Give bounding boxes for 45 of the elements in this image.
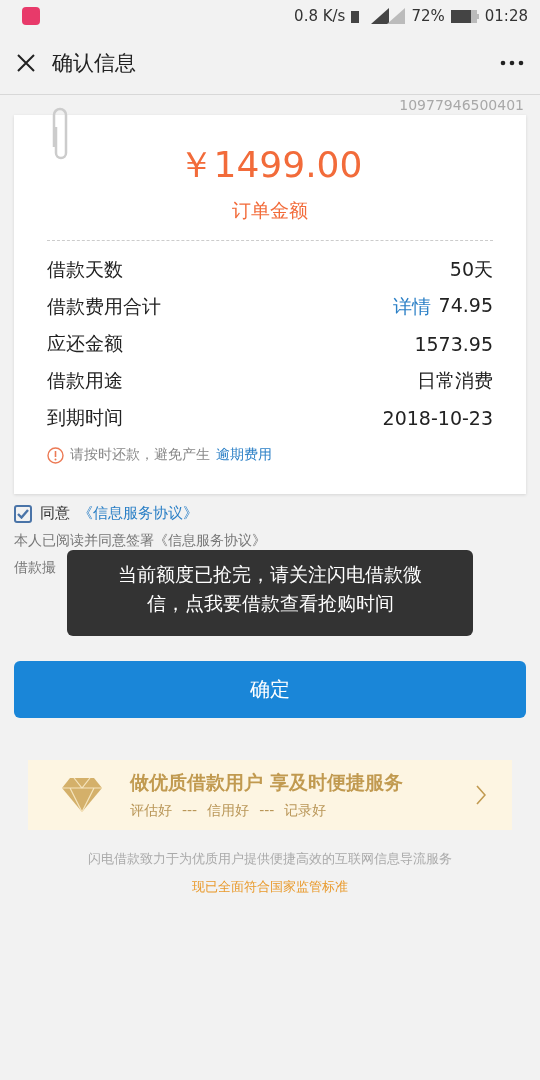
row-value: 1573.95 <box>414 332 493 355</box>
notice-text: 请按时还款，避免产生 <box>70 446 210 464</box>
clock: 01:28 <box>484 7 528 25</box>
row-value: 50天 <box>449 256 493 282</box>
amount-label: 订单金额 <box>232 199 308 221</box>
compliance-text: 现已全面符合国家监管标准 <box>192 879 348 894</box>
promo-banner[interactable]: 做优质借款用户 享及时便捷服务 评估好 --- 信用好 --- 记录好 <box>28 760 512 830</box>
banner-tag: 记录好 <box>284 802 327 820</box>
more-icon[interactable] <box>500 60 524 66</box>
row-label: 到期时间 <box>47 404 124 430</box>
agreement-link[interactable]: 《信息服务协议》 <box>78 504 198 523</box>
details-link[interactable]: 详情 <box>392 293 431 320</box>
paperclip-icon <box>52 107 70 161</box>
toast-message[interactable]: 当前额度已抢完，请关注闪电借款微信，点我要借款查看抢购时间 <box>67 550 473 636</box>
row-value: 日常消费 <box>417 367 493 393</box>
page-title: 确认信息 <box>52 50 137 77</box>
battery-icon <box>450 9 479 23</box>
order-number: 10977946500401 <box>399 97 524 113</box>
agree-label: 同意 <box>40 504 70 523</box>
terms-text: 借款撮 <box>14 559 56 575</box>
banner-tag: 评估好 <box>130 802 172 820</box>
banner-tag: 信用好 <box>207 802 250 820</box>
network-speed: 0.8 K/s <box>294 7 346 25</box>
row-value: 74.95 <box>438 293 493 318</box>
diamond-icon <box>62 778 102 812</box>
agree-checkbox[interactable] <box>14 504 32 523</box>
warning-icon <box>47 446 64 464</box>
chevron-right-icon <box>476 785 486 805</box>
close-icon[interactable] <box>16 53 36 73</box>
confirm-button[interactable]: 确定 <box>14 661 526 718</box>
row-label: 应还金额 <box>47 330 124 356</box>
footer-text: 闪电借款致力于为优质用户提供便捷高效的互联网信息导流服务 <box>88 851 452 866</box>
battery-level: 72% <box>411 7 445 25</box>
order-amount: ￥1499.00 <box>177 144 363 185</box>
row-label: 借款天数 <box>47 256 124 282</box>
app-icon <box>22 7 40 25</box>
signal-icon <box>351 8 406 24</box>
banner-tag: --- <box>182 802 198 820</box>
overdue-fee-link[interactable]: 逾期费用 <box>216 446 272 464</box>
row-label: 借款费用合计 <box>47 293 162 319</box>
banner-tag: --- <box>259 802 275 820</box>
row-value: 2018-10-23 <box>382 406 493 429</box>
row-label: 借款用途 <box>47 367 124 393</box>
banner-title: 做优质借款用户 享及时便捷服务 <box>130 771 403 793</box>
terms-text: 本人已阅读并同意签署《信息服务协议》 <box>14 532 266 548</box>
